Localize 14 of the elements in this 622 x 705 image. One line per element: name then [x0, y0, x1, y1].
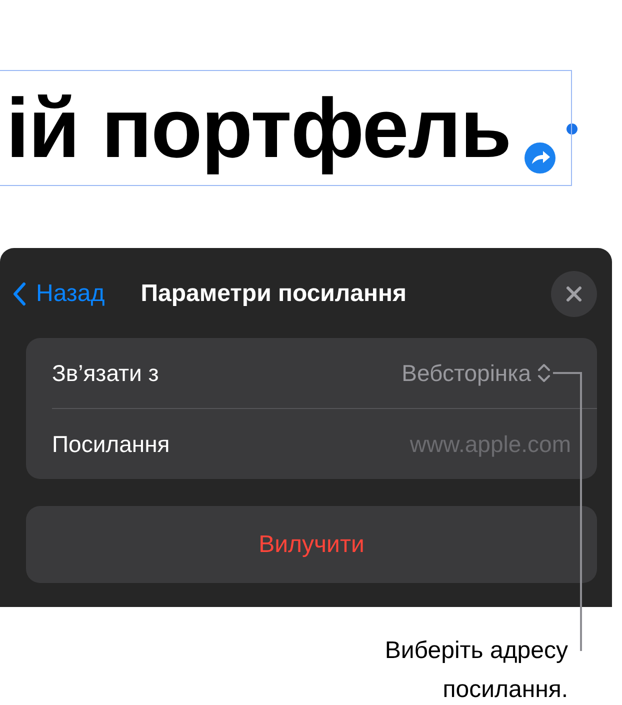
close-icon	[565, 285, 583, 303]
document-title: ій портфель	[6, 80, 511, 176]
callout-text: Виберіть адресу посилання.	[384, 636, 568, 705]
selection-handle[interactable]	[564, 121, 580, 137]
chevron-left-icon	[12, 282, 26, 306]
text-box[interactable]: ій портфель	[0, 70, 572, 186]
remove-button[interactable]: Вилучити	[26, 506, 597, 583]
close-button[interactable]	[551, 271, 597, 317]
back-button[interactable]: Назад	[12, 280, 105, 308]
up-down-chevron-icon	[537, 363, 551, 383]
row-label: Зв’язати з	[52, 360, 159, 386]
row-label: Посилання	[52, 430, 170, 458]
link-type-picker[interactable]: Вебсторінка	[402, 360, 551, 386]
panel-title: Параметри посилання	[140, 280, 408, 308]
